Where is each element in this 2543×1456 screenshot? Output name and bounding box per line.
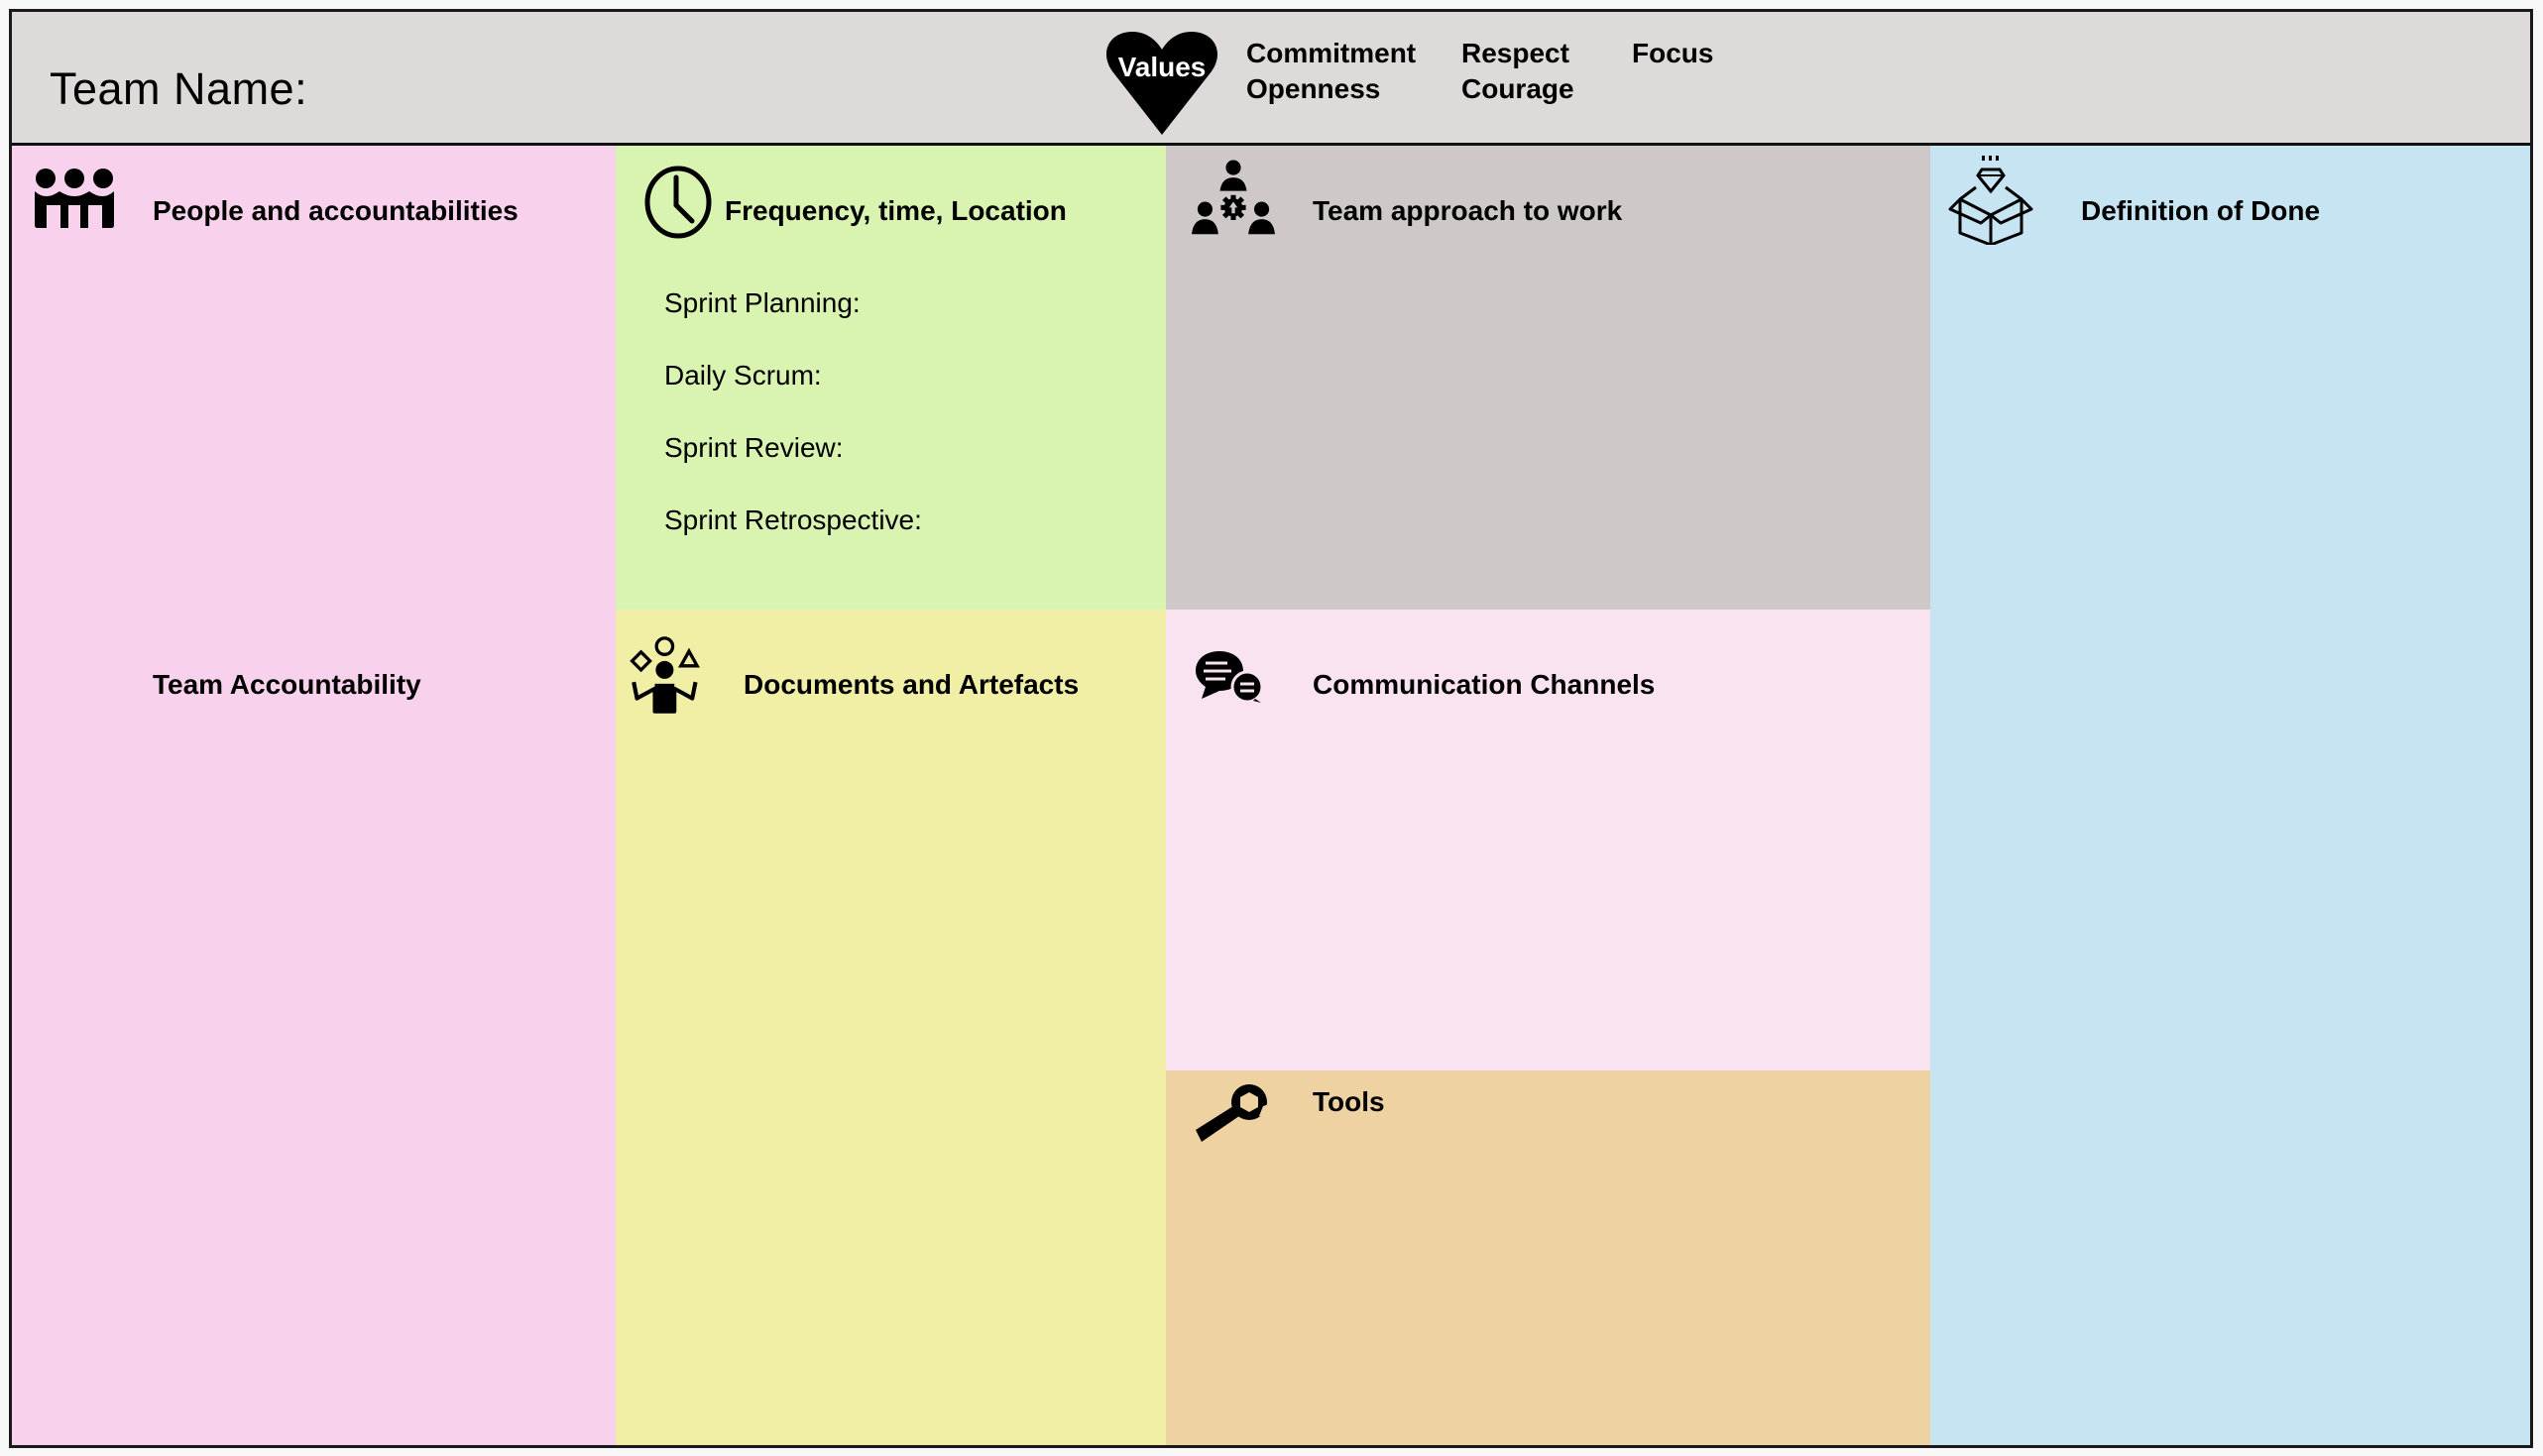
panel-communication-title: Communication Channels [1313,669,1656,700]
panel-approach-title: Team approach to work [1313,195,1623,226]
team-canvas-board: Team Name: Values Commitment Openness Re… [9,9,2533,1448]
panel-approach[interactable]: Team approach to work [1166,146,1930,621]
panel-communication[interactable]: Communication Channels [1166,610,1930,1073]
people-group-icon [35,168,114,228]
values-heading: Values [1117,52,1207,82]
daily-scrum-label[interactable]: Daily Scrum: [664,360,822,392]
panel-tools[interactable]: Tools [1166,1070,1930,1445]
panel-documents[interactable]: Documents and Artefacts [616,610,1166,1445]
value-commitment: Commitment [1246,38,1417,68]
value-respect: Respect [1461,38,1569,68]
team-name-label[interactable]: Team Name: [50,63,307,115]
panel-definition-of-done[interactable]: Definition of Done [1930,146,2530,1445]
box-diamond-icon [1948,156,2033,245]
panel-tools-title: Tools [1313,1086,1385,1117]
panel-definition-of-done-title: Definition of Done [2081,195,2321,226]
panel-frequency-title: Frequency, time, Location [725,195,1067,226]
chat-bubbles-icon [1196,651,1263,703]
sprint-review-label[interactable]: Sprint Review: [664,432,844,464]
value-focus: Focus [1632,38,1714,68]
value-courage: Courage [1461,73,1574,104]
panel-frequency[interactable]: Frequency, time, Location Sprint Plannin… [616,146,1166,621]
juggling-person-icon [630,636,700,714]
panel-people[interactable]: People and accountabilities Team Account… [12,146,616,1445]
clock-icon [644,166,712,239]
heart-icon [1105,32,1218,135]
header: Team Name: Values Commitment Openness Re… [12,12,2530,146]
wrench-icon [1196,1084,1269,1142]
sprint-planning-label[interactable]: Sprint Planning: [664,287,861,319]
value-openness: Openness [1246,73,1381,104]
team-accountability-title: Team Accountability [153,669,421,700]
sprint-retrospective-label[interactable]: Sprint Retrospective: [664,504,922,536]
panel-documents-title: Documents and Artefacts [744,669,1080,700]
team-gear-icon [1192,160,1275,235]
panel-people-title: People and accountabilities [153,195,519,226]
